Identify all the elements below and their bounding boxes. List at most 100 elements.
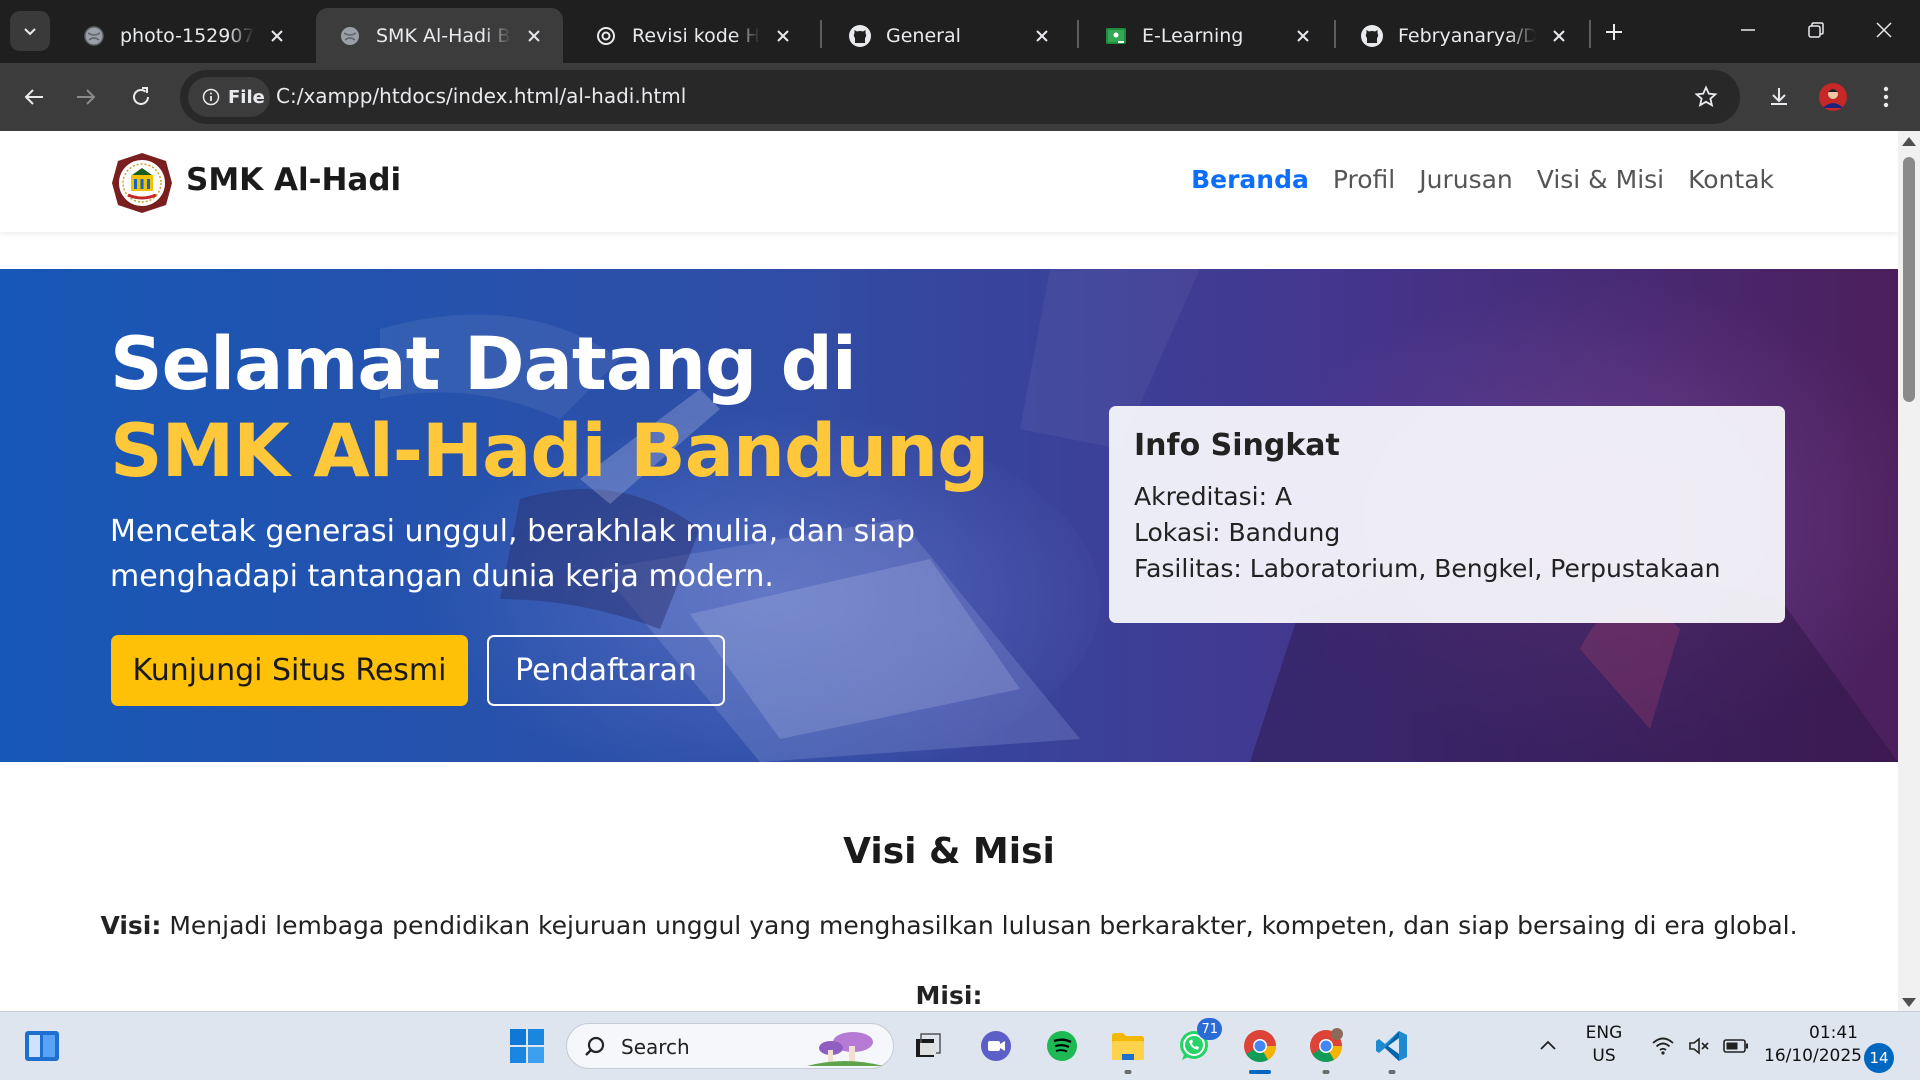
site-info-chip[interactable]: File bbox=[188, 77, 270, 117]
notification-center-badge[interactable]: 14 bbox=[1864, 1043, 1894, 1073]
minimize-icon bbox=[1741, 29, 1755, 31]
hero-subtitle: Mencetak generasi unggul, berakhlak muli… bbox=[110, 514, 916, 594]
nav-visi-misi[interactable]: Visi & Misi bbox=[1537, 165, 1664, 194]
plus-icon bbox=[1606, 24, 1622, 40]
github-icon bbox=[848, 24, 872, 48]
site-brand[interactable]: SMK Al-Hadi bbox=[186, 162, 401, 198]
nav-kontak[interactable]: Kontak bbox=[1688, 165, 1774, 194]
reload-button[interactable] bbox=[121, 77, 161, 117]
search-highlight-image bbox=[807, 1032, 883, 1066]
nav-jurusan[interactable]: Jurusan bbox=[1419, 165, 1513, 194]
back-button[interactable] bbox=[14, 77, 54, 117]
nav-profil[interactable]: Profil bbox=[1333, 165, 1395, 194]
info-card: Info Singkat Akreditasi: A Lokasi: Bandu… bbox=[1109, 406, 1785, 623]
tab-photo[interactable]: photo-1529070538 bbox=[60, 8, 306, 63]
file-chip-label: File bbox=[228, 86, 265, 108]
start-button[interactable] bbox=[505, 1024, 549, 1068]
input-language-indicator[interactable]: ENG US bbox=[1574, 1022, 1634, 1068]
close-window-button[interactable] bbox=[1862, 10, 1906, 50]
close-icon[interactable] bbox=[768, 21, 798, 51]
browser-menu-button[interactable] bbox=[1866, 77, 1906, 117]
reload-icon bbox=[133, 87, 149, 105]
running-indicator bbox=[1388, 1070, 1396, 1074]
close-icon[interactable] bbox=[1288, 21, 1318, 51]
tab-general[interactable]: General bbox=[826, 8, 1071, 63]
taskbar-search[interactable]: Search bbox=[566, 1023, 894, 1069]
downloads-button[interactable] bbox=[1759, 77, 1799, 117]
github-icon bbox=[1360, 24, 1384, 48]
tab-title: Revisi kode HTML bbox=[632, 24, 760, 47]
chevron-down-icon bbox=[24, 28, 36, 36]
visi-paragraph: Visi: Menjadi lembaga pendidikan kejurua… bbox=[0, 911, 1898, 940]
scroll-down-arrow[interactable] bbox=[1902, 998, 1916, 1007]
scroll-up-arrow[interactable] bbox=[1902, 137, 1916, 146]
hero-section: Selamat Datang di SMK Al-Hadi Bandung Me… bbox=[0, 269, 1898, 762]
clock[interactable]: 01:41 16/10/2025 bbox=[1764, 1022, 1862, 1068]
url-text: C:/xampp/htdocs/index.html/al-hadi.html bbox=[276, 84, 687, 108]
task-view-button[interactable] bbox=[906, 1024, 950, 1068]
forward-button[interactable] bbox=[66, 77, 106, 117]
chrome-profile-button[interactable] bbox=[1304, 1024, 1348, 1074]
tab-febryanarya[interactable]: Febryanarya/Desai bbox=[1338, 8, 1588, 63]
file-explorer-button[interactable] bbox=[1106, 1024, 1150, 1074]
registration-button[interactable]: Pendaftaran bbox=[487, 635, 725, 706]
info-icon bbox=[202, 88, 220, 106]
visi-label: Visi: bbox=[100, 911, 162, 940]
teams-meet-button[interactable] bbox=[974, 1024, 1018, 1068]
vscode-button[interactable] bbox=[1370, 1024, 1414, 1074]
globe-icon bbox=[338, 24, 362, 48]
quick-settings-button[interactable] bbox=[1640, 1024, 1760, 1068]
tab-separator bbox=[1077, 20, 1079, 48]
scroll-thumb[interactable] bbox=[1903, 157, 1915, 402]
more-vertical-icon bbox=[1883, 86, 1889, 108]
close-icon[interactable] bbox=[1027, 21, 1057, 51]
tab-title: photo-1529070538 bbox=[120, 24, 254, 47]
tab-search-button[interactable] bbox=[10, 11, 50, 51]
page-scrollbar[interactable] bbox=[1898, 131, 1920, 1011]
whatsapp-button[interactable]: 71 bbox=[1172, 1018, 1222, 1068]
close-icon[interactable] bbox=[262, 21, 292, 51]
tab-title: E-Learning bbox=[1142, 24, 1244, 47]
clock-time: 01:41 bbox=[1809, 1023, 1858, 1043]
download-icon bbox=[1771, 88, 1787, 105]
windows-icon bbox=[510, 1029, 544, 1063]
tab-title: SMK Al-Hadi Band bbox=[376, 24, 511, 47]
whatsapp-unread-badge: 71 bbox=[1197, 1018, 1222, 1040]
bookmark-button[interactable] bbox=[1690, 81, 1722, 113]
tab-title: Febryanarya/Desai bbox=[1398, 24, 1536, 47]
chrome-icon bbox=[1244, 1030, 1276, 1063]
tab-separator bbox=[1589, 20, 1591, 48]
nav-beranda[interactable]: Beranda bbox=[1191, 165, 1309, 194]
new-tab-button[interactable] bbox=[1596, 14, 1632, 50]
web-page: SMK Al-Hadi Beranda Profil Jurusan Visi … bbox=[0, 131, 1898, 1011]
minimize-button[interactable] bbox=[1726, 10, 1770, 50]
visit-official-site-button[interactable]: Kunjungi Situs Resmi bbox=[111, 635, 468, 706]
tab-smk-al-hadi[interactable]: SMK Al-Hadi Band bbox=[316, 8, 563, 63]
school-logo[interactable] bbox=[110, 151, 174, 215]
visi-text: Menjadi lembaga pendidikan kejuruan ungg… bbox=[161, 911, 1798, 940]
tab-revisi-kode[interactable]: Revisi kode HTML bbox=[572, 8, 812, 63]
region-code: US bbox=[1592, 1046, 1616, 1066]
restore-icon bbox=[1808, 22, 1824, 38]
search-icon bbox=[585, 1036, 605, 1056]
visi-misi-heading: Visi & Misi bbox=[843, 831, 1055, 872]
taskbar: Search 71 ENG US 01:41 16/10/2025 14 bbox=[0, 1011, 1920, 1080]
widgets-button[interactable] bbox=[20, 1024, 64, 1068]
tab-e-learning[interactable]: E-Learning bbox=[1082, 8, 1332, 63]
misi-label: Misi: bbox=[915, 981, 983, 1010]
address-bar[interactable]: File C:/xampp/htdocs/index.html/al-hadi.… bbox=[180, 70, 1740, 124]
folder-icon bbox=[1112, 1033, 1144, 1060]
close-icon bbox=[1876, 22, 1892, 38]
spotify-button[interactable] bbox=[1040, 1024, 1084, 1068]
close-icon[interactable] bbox=[1544, 21, 1574, 51]
hero-title-highlight: SMK Al-Hadi Bandung bbox=[110, 409, 989, 494]
close-icon[interactable] bbox=[519, 21, 549, 51]
profile-button[interactable] bbox=[1813, 77, 1853, 117]
tab-title: General bbox=[886, 24, 961, 47]
chrome-button[interactable] bbox=[1238, 1024, 1282, 1074]
arrow-right-icon bbox=[77, 89, 96, 105]
hero-title: Selamat Datang di SMK Al-Hadi Bandung bbox=[110, 321, 1010, 495]
show-hidden-icons-button[interactable] bbox=[1526, 1024, 1570, 1068]
restore-button[interactable] bbox=[1794, 10, 1838, 50]
arrow-left-icon bbox=[24, 89, 43, 105]
